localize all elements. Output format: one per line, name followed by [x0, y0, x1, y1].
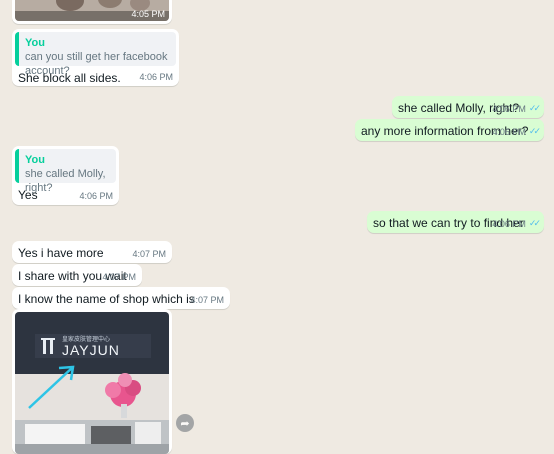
- image-content: 皇家皮肤管理中心 JAYJUN: [15, 312, 169, 454]
- message-outgoing[interactable]: she called Molly, right? 4:06 PM ✓✓: [392, 96, 544, 118]
- message-meta: 4:06 PM ✓✓: [492, 126, 541, 137]
- message-meta: 4:06 PM ✓✓: [492, 218, 541, 229]
- message-time: 4:06 PM: [492, 218, 526, 229]
- quote-author: You: [25, 154, 45, 166]
- message-time: 4:07 PM: [190, 295, 224, 305]
- message-time: 4:06 PM: [492, 103, 526, 114]
- message-incoming[interactable]: Yes i have more information 4:07 PM: [12, 241, 172, 276]
- forward-icon[interactable]: ➦: [176, 414, 194, 432]
- image-thumbnail[interactable]: 皇家皮肤管理中心 JAYJUN: [15, 312, 169, 454]
- message-meta: 4:06 PM ✓✓: [492, 103, 541, 114]
- quoted-message[interactable]: You she called Molly, right?: [15, 149, 116, 194]
- double-check-icon: ✓✓: [528, 103, 541, 113]
- image-message[interactable]: 皇家皮肤管理中心 JAYJUN: [12, 309, 172, 454]
- message-text: Yes: [18, 188, 38, 202]
- message-meta: 4:06 PM: [139, 72, 173, 82]
- message-incoming[interactable]: I know the name of shop which is running…: [12, 287, 230, 322]
- double-check-icon: ✓✓: [528, 126, 541, 136]
- message-incoming-reply[interactable]: You can you still get her facebook accou…: [12, 29, 179, 86]
- message-time: 4:06 PM: [492, 126, 526, 137]
- message-time: 4:07 PM: [132, 249, 166, 259]
- double-check-icon: ✓✓: [528, 218, 541, 228]
- message-text: She block all sides.: [18, 71, 121, 85]
- message-meta: 4:07 PM: [132, 249, 166, 259]
- message-time: 4:07 PM: [102, 272, 136, 282]
- message-meta: 4:07 PM: [102, 272, 136, 282]
- quoted-message[interactable]: You can you still get her facebook accou…: [15, 32, 176, 77]
- quote-author: You: [25, 37, 45, 49]
- image-time: 4:05 PM: [131, 9, 165, 19]
- message-meta: 4:07 PM: [190, 295, 224, 305]
- message-incoming-reply[interactable]: You she called Molly, right? Yes 4:06 PM: [12, 146, 119, 205]
- message-time: 4:06 PM: [139, 72, 173, 82]
- message-outgoing[interactable]: so that we can try to find her 4:06 PM ✓…: [367, 211, 544, 233]
- message-meta: 4:06 PM: [79, 191, 113, 201]
- image-message-top[interactable]: 4:05 PM: [12, 0, 172, 24]
- message-incoming[interactable]: I share with you wait 4:07 PM: [12, 264, 142, 286]
- message-outgoing[interactable]: any more information from her? 4:06 PM ✓…: [355, 119, 544, 141]
- chat-conversation: 4:05 PM You can you still get her facebo…: [0, 0, 554, 454]
- image-thumbnail[interactable]: 4:05 PM: [15, 0, 169, 21]
- message-time: 4:06 PM: [79, 191, 113, 201]
- sign-text: JAYJUN: [62, 342, 120, 358]
